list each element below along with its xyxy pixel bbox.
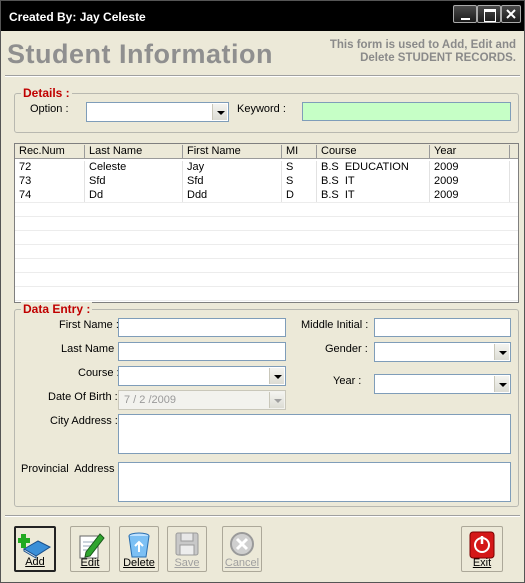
cell-mi: S	[282, 175, 317, 189]
toolbar-divider	[5, 515, 520, 517]
grid-line	[15, 202, 518, 203]
cancel-button-label: Cancel	[224, 557, 260, 569]
grid-line	[15, 244, 518, 245]
keyword-label: Keyword :	[237, 103, 286, 115]
year-label: Year :	[333, 375, 362, 387]
page-description: This form is used to Add, Edit and Delet…	[256, 39, 516, 65]
table-row[interactable]: 74 Dd Ddd D B.S IT 2009	[15, 188, 518, 203]
option-label: Option :	[30, 103, 69, 115]
column-header-last-name[interactable]: Last Name	[85, 145, 183, 159]
grid-line	[15, 300, 518, 301]
table-row[interactable]: 72 Celeste Jay S B.S EDUCATION 2009	[15, 160, 518, 175]
edit-button[interactable]: Edit	[70, 526, 110, 572]
description-line-2: Delete STUDENT RECORDS.	[360, 52, 516, 64]
middle-initial-label: Middle Initial :	[301, 319, 369, 331]
first-name-label: First Name :	[59, 319, 119, 331]
column-header-mi[interactable]: MI	[282, 145, 317, 159]
chevron-down-icon[interactable]	[494, 376, 509, 392]
save-button-label: Save	[174, 557, 200, 569]
cancel-button[interactable]: Cancel	[222, 526, 262, 572]
first-name-field[interactable]	[118, 318, 286, 337]
grid-header: Rec.Num Last Name First Name MI Course Y…	[15, 144, 518, 159]
close-button[interactable]	[501, 5, 521, 23]
cell-rec-num: 74	[15, 189, 85, 203]
gender-dropdown[interactable]	[374, 342, 511, 362]
title-bar[interactable]: Created By: Jay Celeste	[1, 1, 524, 31]
minimize-button[interactable]	[453, 5, 477, 23]
cell-last-name: Dd	[85, 189, 183, 203]
grid-line	[15, 272, 518, 273]
option-dropdown[interactable]	[86, 102, 229, 122]
header-divider	[5, 75, 520, 77]
student-information-window: Created By: Jay Celeste Student Informat…	[0, 0, 525, 583]
cell-year: 2009	[430, 189, 510, 203]
save-disk-icon	[175, 532, 199, 556]
city-address-field[interactable]	[118, 414, 511, 454]
edit-button-label: Edit	[80, 557, 100, 569]
cell-year: 2009	[430, 175, 510, 189]
city-address-label: City Address :	[50, 415, 118, 427]
add-button[interactable]: Add	[14, 526, 56, 572]
grid-line	[15, 216, 518, 217]
provincial-address-field[interactable]	[118, 462, 511, 502]
delete-button-label: Delete	[123, 557, 155, 569]
edit-pencil-icon	[79, 533, 105, 559]
cell-first-name: Jay	[183, 161, 282, 175]
grid-line	[15, 286, 518, 287]
cell-mi: D	[282, 189, 317, 203]
table-row[interactable]: 73 Sfd Sfd S B.S IT 2009	[15, 174, 518, 189]
cell-last-name: Sfd	[85, 175, 183, 189]
date-of-birth-picker[interactable]: 7 / 2 /2009	[118, 390, 286, 410]
column-header-course[interactable]: Course	[317, 145, 430, 159]
course-label: Course :	[78, 367, 120, 379]
save-button[interactable]: Save	[167, 526, 207, 572]
last-name-label: Last Name :	[61, 343, 121, 355]
cell-first-name: Ddd	[183, 189, 282, 203]
chevron-down-icon[interactable]	[269, 392, 284, 408]
grid-line	[15, 230, 518, 231]
last-name-field[interactable]	[118, 342, 286, 361]
cell-course: B.S EDUCATION	[317, 161, 430, 175]
chevron-down-icon[interactable]	[212, 104, 227, 120]
grid-line	[15, 258, 518, 259]
recycle-bin-icon	[128, 532, 150, 558]
date-of-birth-label: Date Of Birth :	[48, 391, 118, 403]
date-of-birth-value: 7 / 2 /2009	[124, 394, 176, 406]
data-entry-legend: Data Entry :	[21, 302, 93, 316]
cell-mi: S	[282, 161, 317, 175]
column-header-first-name[interactable]: First Name	[183, 145, 282, 159]
student-records-grid[interactable]: Rec.Num Last Name First Name MI Course Y…	[14, 143, 519, 303]
delete-button[interactable]: Delete	[119, 526, 159, 572]
maximize-button[interactable]	[477, 5, 501, 23]
column-header-year[interactable]: Year	[430, 145, 510, 159]
column-header-rec-num[interactable]: Rec.Num	[15, 145, 85, 159]
power-icon	[469, 531, 495, 559]
cell-rec-num: 73	[15, 175, 85, 189]
cancel-icon	[230, 532, 254, 556]
exit-button[interactable]: Exit	[461, 526, 503, 572]
chevron-down-icon[interactable]	[269, 368, 284, 384]
cell-first-name: Sfd	[183, 175, 282, 189]
details-legend: Details :	[21, 86, 72, 100]
gender-label: Gender :	[325, 343, 368, 355]
description-line-1: This form is used to Add, Edit and	[329, 39, 516, 51]
window-title: Created By: Jay Celeste	[9, 10, 146, 24]
middle-initial-field[interactable]	[374, 318, 511, 337]
keyword-input[interactable]	[302, 102, 511, 121]
cell-course: B.S IT	[317, 175, 430, 189]
exit-button-label: Exit	[472, 557, 492, 569]
add-book-icon	[18, 534, 52, 559]
chevron-down-icon[interactable]	[494, 344, 509, 360]
page-title: Student Information	[7, 39, 273, 69]
provincial-address-label: Provincial Address :	[21, 463, 121, 475]
cell-course: B.S IT	[317, 189, 430, 203]
cell-year: 2009	[430, 161, 510, 175]
course-dropdown[interactable]	[118, 366, 286, 386]
add-button-label: Add	[25, 556, 45, 568]
close-icon	[506, 9, 516, 19]
cell-rec-num: 72	[15, 161, 85, 175]
year-dropdown[interactable]	[374, 374, 511, 394]
cell-last-name: Celeste	[85, 161, 183, 175]
